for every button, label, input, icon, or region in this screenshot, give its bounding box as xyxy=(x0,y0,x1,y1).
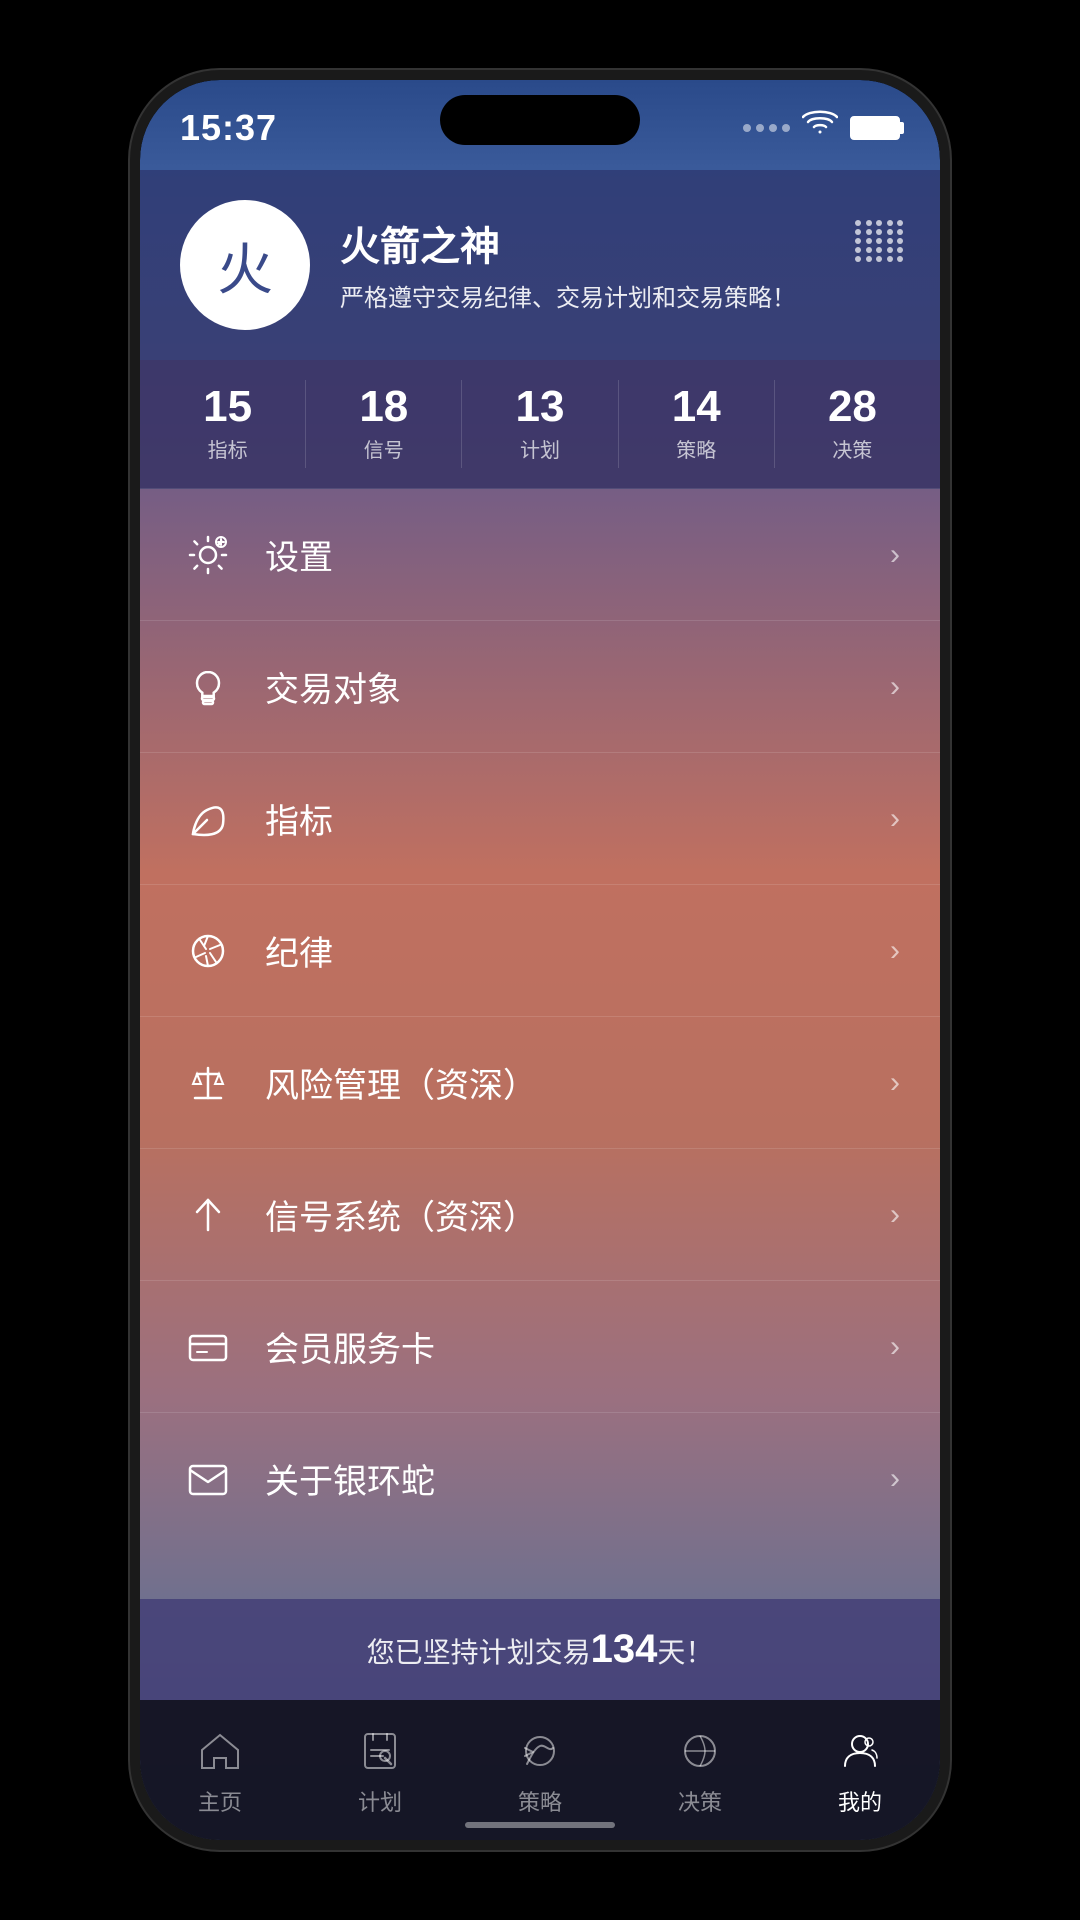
chevron-right-icon: › xyxy=(890,1330,900,1364)
banner-text: 您已坚持计划交易134天！ xyxy=(367,1637,714,1668)
avatar-char: 火 xyxy=(217,225,273,306)
menu-item-membership[interactable]: 会员服务卡 › xyxy=(140,1281,940,1413)
chevron-right-icon: › xyxy=(890,802,900,836)
tab-home[interactable]: 主页 xyxy=(140,1715,300,1827)
stat-indicators: 15 指标 xyxy=(150,380,306,468)
menu-item-trading-target[interactable]: 交易对象 › xyxy=(140,621,940,753)
profile-section: 火 火箭之神 严格遵守交易纪律、交易计划和交易策略！ xyxy=(140,170,940,360)
tab-home-label: 主页 xyxy=(198,1785,242,1817)
aperture-icon xyxy=(180,923,235,978)
about-label: 关于银环蛇 xyxy=(265,1454,890,1503)
status-bar: 15:37 xyxy=(140,80,940,160)
wifi-icon xyxy=(802,110,838,145)
stat-decisions-label: 决策 xyxy=(775,434,930,463)
stat-indicators-label: 指标 xyxy=(150,434,305,463)
mine-icon xyxy=(834,1725,886,1777)
profile-motto: 严格遵守交易纪律、交易计划和交易策略！ xyxy=(340,282,900,316)
menu-item-risk-management[interactable]: 风险管理（资深） › xyxy=(140,1017,940,1149)
discipline-label: 纪律 xyxy=(265,926,890,975)
trading-target-label: 交易对象 xyxy=(265,662,890,711)
tab-mine-label: 我的 xyxy=(838,1785,882,1817)
tab-decision-label: 决策 xyxy=(678,1785,722,1817)
fork-icon xyxy=(180,1187,235,1242)
menu-item-indicators[interactable]: 指标 › xyxy=(140,753,940,885)
main-content: 火 火箭之神 严格遵守交易纪律、交易计划和交易策略！ 15 指标 18 信号 xyxy=(140,160,940,1840)
plan-icon xyxy=(354,1725,406,1777)
gear-icon xyxy=(180,527,235,582)
stat-strategies: 14 策略 xyxy=(619,380,775,468)
stat-signals-label: 信号 xyxy=(306,434,461,463)
notch xyxy=(440,95,640,145)
envelope-icon xyxy=(180,1451,235,1506)
chevron-right-icon: › xyxy=(890,1066,900,1100)
stat-indicators-number: 15 xyxy=(150,385,305,429)
membership-label: 会员服务卡 xyxy=(265,1322,890,1371)
bulb-icon xyxy=(180,659,235,714)
stat-plans: 13 计划 xyxy=(462,380,618,468)
indicators-label: 指标 xyxy=(265,794,890,843)
stat-decisions: 28 决策 xyxy=(775,380,930,468)
scale-icon xyxy=(180,1055,235,1110)
phone-frame: 15:37 xyxy=(130,70,950,1850)
profile-name: 火箭之神 xyxy=(340,214,900,272)
status-time: 15:37 xyxy=(180,107,277,149)
stat-signals-number: 18 xyxy=(306,385,461,429)
signal-icon xyxy=(743,124,790,132)
menu-section: 设置 › 交易对象 › xyxy=(140,489,940,1599)
phone-screen: 15:37 xyxy=(140,80,940,1840)
strategy-icon xyxy=(514,1725,566,1777)
risk-management-label: 风险管理（资深） xyxy=(265,1058,890,1107)
chevron-right-icon: › xyxy=(890,670,900,704)
tab-bar: 主页 计划 xyxy=(140,1700,940,1840)
status-icons xyxy=(743,110,900,145)
stat-plans-number: 13 xyxy=(462,385,617,429)
tab-mine[interactable]: 我的 xyxy=(780,1715,940,1827)
menu-item-discipline[interactable]: 纪律 › xyxy=(140,885,940,1017)
home-indicator xyxy=(465,1822,615,1828)
decision-icon xyxy=(674,1725,726,1777)
chevron-right-icon: › xyxy=(890,1462,900,1496)
menu-item-about[interactable]: 关于银环蛇 › xyxy=(140,1413,940,1544)
stat-strategies-label: 策略 xyxy=(619,434,774,463)
banner-prefix: 您已坚持计划交易 xyxy=(367,1637,591,1668)
tab-decision[interactable]: 决策 xyxy=(620,1715,780,1827)
avatar: 火 xyxy=(180,200,310,330)
grid-icon xyxy=(855,220,905,270)
signal-system-label: 信号系统（资深） xyxy=(265,1190,890,1239)
tab-plan-label: 计划 xyxy=(358,1785,402,1817)
chevron-right-icon: › xyxy=(890,934,900,968)
tab-plan[interactable]: 计划 xyxy=(300,1715,460,1827)
home-icon xyxy=(194,1725,246,1777)
stat-signals: 18 信号 xyxy=(306,380,462,468)
menu-item-signal-system[interactable]: 信号系统（资深） › xyxy=(140,1149,940,1281)
settings-label: 设置 xyxy=(265,530,890,579)
battery-icon xyxy=(850,116,900,140)
profile-info: 火箭之神 严格遵守交易纪律、交易计划和交易策略！ xyxy=(340,214,900,316)
tab-strategy[interactable]: 策略 xyxy=(460,1715,620,1827)
stat-strategies-number: 14 xyxy=(619,385,774,429)
banner-suffix: 天！ xyxy=(657,1637,713,1668)
chevron-right-icon: › xyxy=(890,538,900,572)
tab-strategy-label: 策略 xyxy=(518,1785,562,1817)
bottom-banner: 您已坚持计划交易134天！ xyxy=(140,1599,940,1700)
card-icon xyxy=(180,1319,235,1374)
stats-row: 15 指标 18 信号 13 计划 14 策略 28 决策 xyxy=(140,360,940,489)
menu-item-settings[interactable]: 设置 › xyxy=(140,489,940,621)
banner-days: 134 xyxy=(591,1627,658,1671)
stat-plans-label: 计划 xyxy=(462,434,617,463)
chevron-right-icon: › xyxy=(890,1198,900,1232)
stat-decisions-number: 28 xyxy=(775,385,930,429)
leaf-icon xyxy=(180,791,235,846)
